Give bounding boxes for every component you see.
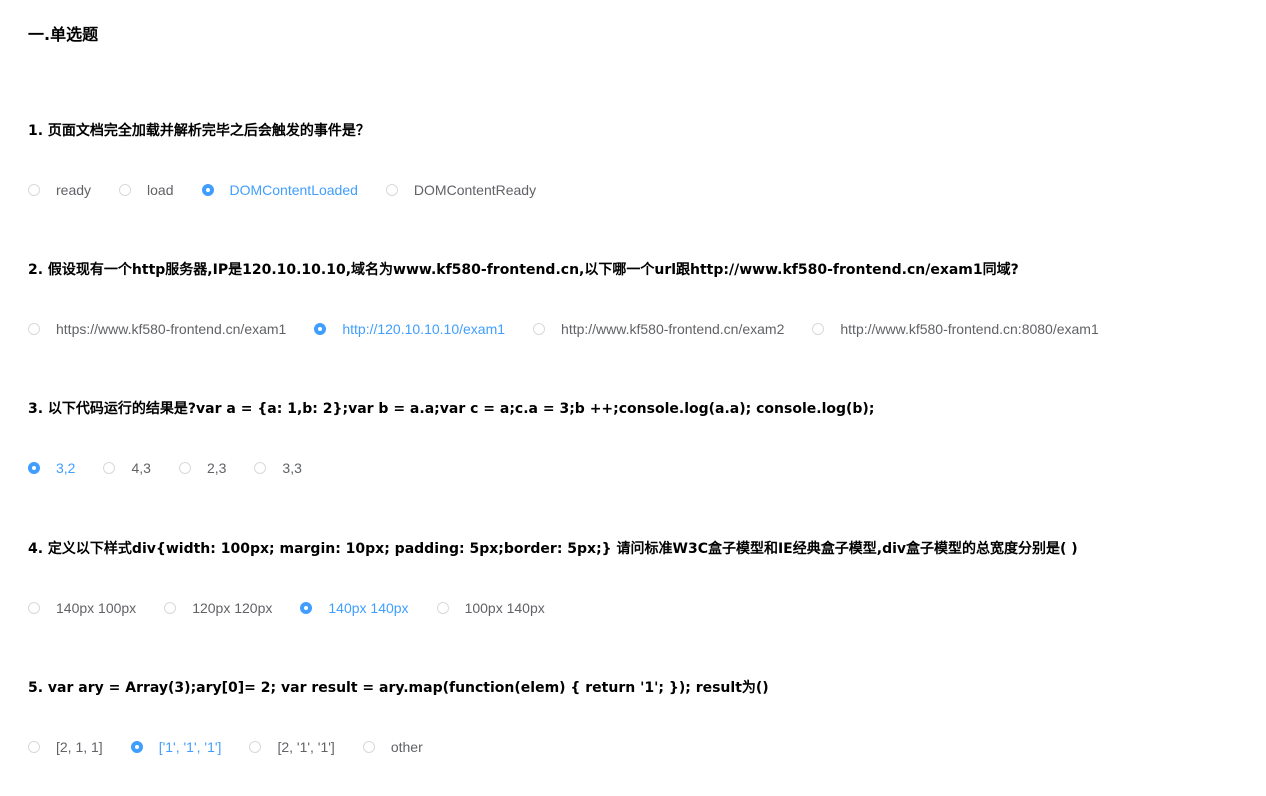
option-label: http://www.kf580-frontend.cn:8080/exam1 [840,321,1099,337]
option-group: [2, 1, 1] ['1', '1', '1'] [2, '1', '1'] … [28,737,1258,757]
option-radio[interactable]: 3,2 [28,458,75,478]
question-2: 2. 假设现有一个http服务器,IP是120.10.10.10,域名为www.… [28,260,1258,339]
radio-circle-icon[interactable] [28,184,40,196]
radio-circle-icon[interactable] [28,602,40,614]
radio-circle-icon[interactable] [362,741,375,753]
option-radio[interactable]: ['1', '1', '1'] [130,737,222,757]
option-label: 140px 140px [328,600,409,616]
option-label: 4,3 [131,460,151,476]
option-radio[interactable]: http://www.kf580-frontend.cn:8080/exam1 [812,319,1099,339]
radio-circle-icon[interactable] [28,323,40,335]
radio-circle-icon[interactable] [178,462,191,474]
radio-circle-icon[interactable] [164,602,177,614]
question-text: 3. 以下代码运行的结果是?var a = {a: 1,b: 2};var b … [28,401,875,417]
option-radio[interactable]: DOMContentLoaded [201,180,358,200]
radio-circle-icon[interactable] [119,184,132,196]
radio-circle-icon[interactable] [103,462,116,474]
question-1: 1. 页面文档完全加载并解析完毕之后会触发的事件是？ ready load DO… [28,121,1258,200]
radio-circle-icon[interactable] [300,602,313,614]
option-label: http://120.10.10.10/exam1 [342,321,506,337]
option-label: https://www.kf580-frontend.cn/exam1 [56,321,287,337]
question-text: 4. 定义以下样式div{width: 100px; margin: 10px;… [28,541,1078,557]
option-label: 100px 140px [464,600,545,616]
option-radio[interactable]: http://120.10.10.10/exam1 [314,319,505,339]
option-label: [2, '1', '1'] [277,739,335,755]
option-radio[interactable]: 140px 140px [300,598,409,618]
option-radio[interactable]: 100px 140px [436,598,545,618]
option-radio[interactable]: 3,3 [254,458,302,478]
option-label: DOMContentReady [413,182,537,198]
radio-circle-icon[interactable] [254,462,267,474]
option-radio[interactable]: https://www.kf580-frontend.cn/exam1 [28,319,286,339]
option-radio[interactable]: http://www.kf580-frontend.cn/exam2 [533,319,784,339]
radio-circle-icon[interactable] [314,323,327,335]
question-3: 3. 以下代码运行的结果是?var a = {a: 1,b: 2};var b … [28,399,1258,478]
option-radio[interactable]: 140px 100px [28,598,136,618]
option-radio[interactable]: DOMContentReady [385,180,537,200]
question-4: 4. 定义以下样式div{width: 100px; margin: 10px;… [28,539,1258,618]
option-label: ['1', '1', '1'] [158,739,222,755]
option-label: [2, 1, 1] [56,739,103,755]
option-radio[interactable]: load [119,180,174,200]
option-label: 3,2 [56,460,76,476]
radio-circle-icon[interactable] [130,741,143,753]
radio-circle-icon[interactable] [28,462,40,474]
option-radio[interactable]: 2,3 [178,458,227,478]
radio-circle-icon[interactable] [201,184,214,196]
option-label: load [147,182,174,198]
option-label: 120px 120px [192,600,273,616]
question-5: 5. var ary = Array(3);ary[0]= 2; var res… [28,678,1258,757]
radio-circle-icon[interactable] [812,323,825,335]
option-group: https://www.kf580-frontend.cn/exam1 http… [28,319,1258,339]
option-label: 3,3 [282,460,302,476]
option-label: other [390,739,423,755]
option-radio[interactable]: [2, 1, 1] [28,737,103,757]
option-label: http://www.kf580-frontend.cn/exam2 [561,321,785,337]
option-label: DOMContentLoaded [229,182,358,198]
option-group: 3,2 4,3 2,3 3,3 [28,458,1258,478]
option-radio[interactable]: other [362,737,423,757]
option-radio[interactable]: 120px 120px [164,598,272,618]
radio-circle-icon[interactable] [436,602,449,614]
question-text: 5. var ary = Array(3);ary[0]= 2; var res… [28,680,769,696]
radio-circle-icon[interactable] [533,323,546,335]
option-radio[interactable]: [2, '1', '1'] [249,737,335,757]
question-text: 1. 页面文档完全加载并解析完毕之后会触发的事件是？ [28,123,370,139]
option-label: 140px 100px [56,600,137,616]
section-title: 一.单选题 [28,25,99,44]
option-radio[interactable]: ready [28,180,91,200]
option-group: 140px 100px 120px 120px 140px 140px 100p… [28,598,1258,618]
radio-circle-icon[interactable] [249,741,262,753]
radio-circle-icon[interactable] [385,184,398,196]
option-label: ready [56,182,92,198]
option-radio[interactable]: 4,3 [103,458,151,478]
radio-circle-icon[interactable] [28,741,40,753]
option-label: 2,3 [206,460,227,476]
question-text: 2. 假设现有一个http服务器,IP是120.10.10.10,域名为www.… [28,262,1019,278]
option-group: ready load DOMContentLoaded DOMContentRe… [28,180,1258,200]
